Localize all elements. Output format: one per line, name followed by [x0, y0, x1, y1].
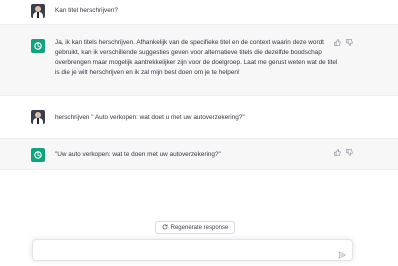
- message-text: Kan titel herschrijven?: [55, 7, 118, 14]
- message-assistant-1: Ja, ik kan titels herschrijven. Afhankel…: [0, 24, 398, 96]
- feedback-actions: [334, 39, 353, 46]
- openai-logo-icon: [31, 39, 45, 53]
- message-text: herschrijven " Auto verkopen: wat doet u…: [55, 114, 245, 121]
- message-text: Ja, ik kan titels herschrijven. Afhankel…: [55, 39, 338, 76]
- refresh-icon: [162, 224, 168, 232]
- regenerate-label: Regenerate response: [170, 224, 229, 231]
- openai-logo-icon: [31, 148, 45, 162]
- regenerate-response-button[interactable]: Regenerate response: [155, 221, 235, 234]
- thumbs-down-icon[interactable]: [346, 39, 353, 46]
- send-icon[interactable]: [338, 246, 346, 264]
- feedback-actions: [334, 149, 353, 156]
- message-text: "Uw auto verkopen: wat te doen met uw au…: [55, 151, 221, 158]
- user-avatar: [31, 4, 45, 18]
- thumbs-up-icon[interactable]: [334, 149, 341, 156]
- message-assistant-2: "Uw auto verkopen: wat te doen met uw au…: [0, 138, 398, 170]
- thumbs-down-icon[interactable]: [346, 149, 353, 156]
- message-user-1: Kan titel herschrijven?: [0, 0, 398, 24]
- thumbs-up-icon[interactable]: [334, 39, 341, 46]
- message-user-2: herschrijven " Auto verkopen: wat doet u…: [0, 96, 398, 138]
- user-avatar: [31, 110, 45, 124]
- message-input[interactable]: [41, 244, 331, 256]
- message-composer: [32, 239, 353, 261]
